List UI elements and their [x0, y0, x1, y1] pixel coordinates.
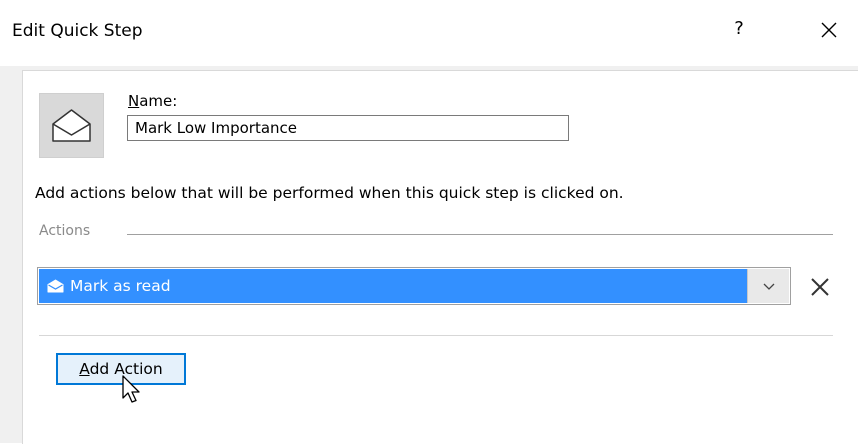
- envelope-open-icon: [52, 109, 91, 142]
- instructions-text: Add actions below that will be performed…: [35, 184, 624, 202]
- close-button[interactable]: [812, 14, 846, 46]
- chevron-down-icon: [763, 283, 775, 290]
- quick-step-icon-button[interactable]: [39, 93, 104, 158]
- actions-section-rule: [127, 234, 833, 235]
- close-icon: [811, 278, 829, 296]
- actions-section-label: Actions: [39, 223, 91, 239]
- add-action-accel: A: [79, 360, 90, 378]
- action-dropdown-selected-item: Mark as read: [39, 269, 747, 303]
- separator: [39, 335, 833, 336]
- name-input[interactable]: Mark Low Importance: [127, 115, 569, 141]
- title-bar: Edit Quick Step ?: [0, 0, 858, 66]
- quick-step-panel: Name: Mark Low Importance Add actions be…: [22, 70, 858, 444]
- mouse-pointer-icon: [122, 375, 140, 403]
- close-icon: [821, 22, 837, 38]
- action-dropdown[interactable]: Mark as read: [37, 267, 791, 305]
- remove-action-button[interactable]: [807, 274, 833, 300]
- action-dropdown-toggle[interactable]: [747, 269, 789, 303]
- name-label: Name:: [128, 92, 177, 110]
- dialog-title: Edit Quick Step: [12, 21, 143, 41]
- envelope-open-icon: [47, 279, 64, 293]
- name-label-accel: N: [128, 92, 140, 110]
- action-dropdown-value: Mark as read: [70, 277, 171, 295]
- dialog-client-area: Name: Mark Low Importance Add actions be…: [0, 66, 858, 444]
- name-label-rest: ame:: [139, 92, 178, 110]
- help-button[interactable]: ?: [724, 14, 754, 44]
